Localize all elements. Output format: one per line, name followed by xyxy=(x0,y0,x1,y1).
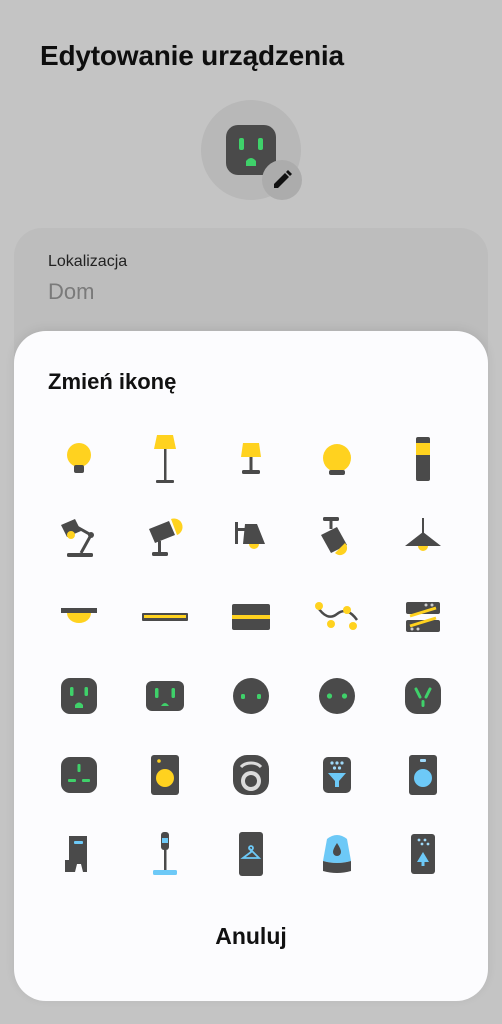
icon-option-plug-round[interactable] xyxy=(208,656,294,735)
table-lamp-icon xyxy=(241,442,261,474)
icon-option-table-lamp[interactable] xyxy=(208,419,294,498)
wall-lamp-icon xyxy=(235,521,265,549)
location-label: Lokalizacja xyxy=(48,253,128,270)
plug-type-i-icon xyxy=(405,677,441,714)
led-strip-icon xyxy=(406,601,440,632)
icon-option-string-lights[interactable] xyxy=(294,577,380,656)
icon-option-stick-vacuum[interactable] xyxy=(122,814,208,893)
shoe-care-icon xyxy=(411,833,435,874)
dialog-title: Zmień ikonę xyxy=(48,369,177,394)
pencil-icon xyxy=(274,170,292,188)
round-bulb-icon xyxy=(323,443,351,475)
icon-option-air-purifier[interactable] xyxy=(294,735,380,814)
light-bar-icon xyxy=(142,612,188,621)
icon-option-light-bar[interactable] xyxy=(122,577,208,656)
boot-dryer-icon xyxy=(65,835,87,872)
icon-grid xyxy=(36,419,466,893)
air-purifier-icon xyxy=(323,756,351,793)
light-tube-icon xyxy=(416,436,430,481)
icon-option-plug-round-2[interactable] xyxy=(294,656,380,735)
icon-option-plug-type-b[interactable] xyxy=(122,656,208,735)
icon-option-speaker-box[interactable] xyxy=(122,735,208,814)
spotlight-icon xyxy=(149,517,183,556)
icon-option-clothes-care[interactable] xyxy=(208,814,294,893)
icon-option-ceiling-spotlight[interactable] xyxy=(294,498,380,577)
icon-option-floor-lamp[interactable] xyxy=(122,419,208,498)
icon-option-plug-type-a[interactable] xyxy=(36,656,122,735)
ceiling-light-icon xyxy=(61,607,97,623)
icon-option-light-tube[interactable] xyxy=(380,419,466,498)
edit-icon-button[interactable] xyxy=(262,160,302,200)
pendant-lamp-icon xyxy=(405,517,441,551)
icon-option-washing-machine[interactable] xyxy=(380,735,466,814)
floor-lamp-icon xyxy=(154,434,176,483)
speaker-box-icon xyxy=(151,754,179,795)
icon-option-boot-dryer[interactable] xyxy=(36,814,122,893)
ceiling-spotlight-icon xyxy=(321,516,348,555)
plug-type-b-icon xyxy=(146,680,184,711)
robot-vacuum-icon xyxy=(233,754,269,795)
change-icon-dialog: Zmień ikonę Anuluj xyxy=(14,331,488,1001)
icon-option-humidifier[interactable] xyxy=(294,814,380,893)
desk-lamp-icon xyxy=(61,518,94,557)
icon-option-ceiling-light[interactable] xyxy=(36,577,122,656)
icon-option-plug-type-i[interactable] xyxy=(380,656,466,735)
string-lights-icon xyxy=(315,601,359,630)
icon-option-desk-lamp[interactable] xyxy=(36,498,122,577)
icon-option-led-strip[interactable] xyxy=(380,577,466,656)
cancel-button[interactable]: Anuluj xyxy=(14,923,488,950)
page-title: Edytowanie urządzenia xyxy=(40,40,344,71)
icon-option-plug-type-g[interactable] xyxy=(36,735,122,814)
icon-option-wall-lamp[interactable] xyxy=(208,498,294,577)
washing-machine-icon xyxy=(409,754,437,795)
icon-option-pendant-lamp[interactable] xyxy=(380,498,466,577)
plug-round-2-icon xyxy=(319,677,355,714)
icon-option-light-panel[interactable] xyxy=(208,577,294,656)
plug-round-icon xyxy=(233,677,269,714)
icon-option-robot-vacuum[interactable] xyxy=(208,735,294,814)
icon-option-round-bulb[interactable] xyxy=(294,419,380,498)
plug-type-g-icon xyxy=(61,756,97,793)
icon-option-spotlight[interactable] xyxy=(122,498,208,577)
light-panel-icon xyxy=(232,603,270,630)
stick-vacuum-icon xyxy=(153,831,177,875)
location-value: Dom xyxy=(48,279,95,304)
icon-option-shoe-care[interactable] xyxy=(380,814,466,893)
icon-option-bulb[interactable] xyxy=(36,419,122,498)
bulb-icon xyxy=(67,442,91,473)
humidifier-icon xyxy=(323,834,351,873)
clothes-care-icon xyxy=(239,831,263,876)
plug-type-a-icon xyxy=(61,677,97,714)
